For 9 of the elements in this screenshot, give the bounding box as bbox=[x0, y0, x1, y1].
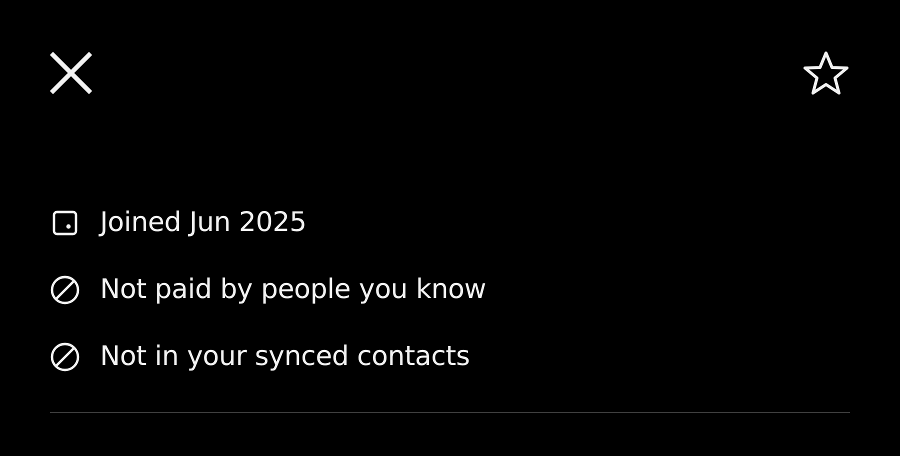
star-icon bbox=[802, 50, 850, 96]
detail-text: Not paid by people you know bbox=[100, 274, 486, 305]
detail-text: Joined Jun 2025 bbox=[100, 207, 306, 238]
close-button[interactable] bbox=[50, 52, 92, 94]
detail-text: Not in your synced contacts bbox=[100, 341, 470, 372]
favorite-button[interactable] bbox=[802, 50, 850, 96]
close-icon bbox=[50, 52, 92, 94]
prohibited-icon bbox=[50, 342, 80, 372]
prohibited-icon bbox=[50, 274, 80, 304]
